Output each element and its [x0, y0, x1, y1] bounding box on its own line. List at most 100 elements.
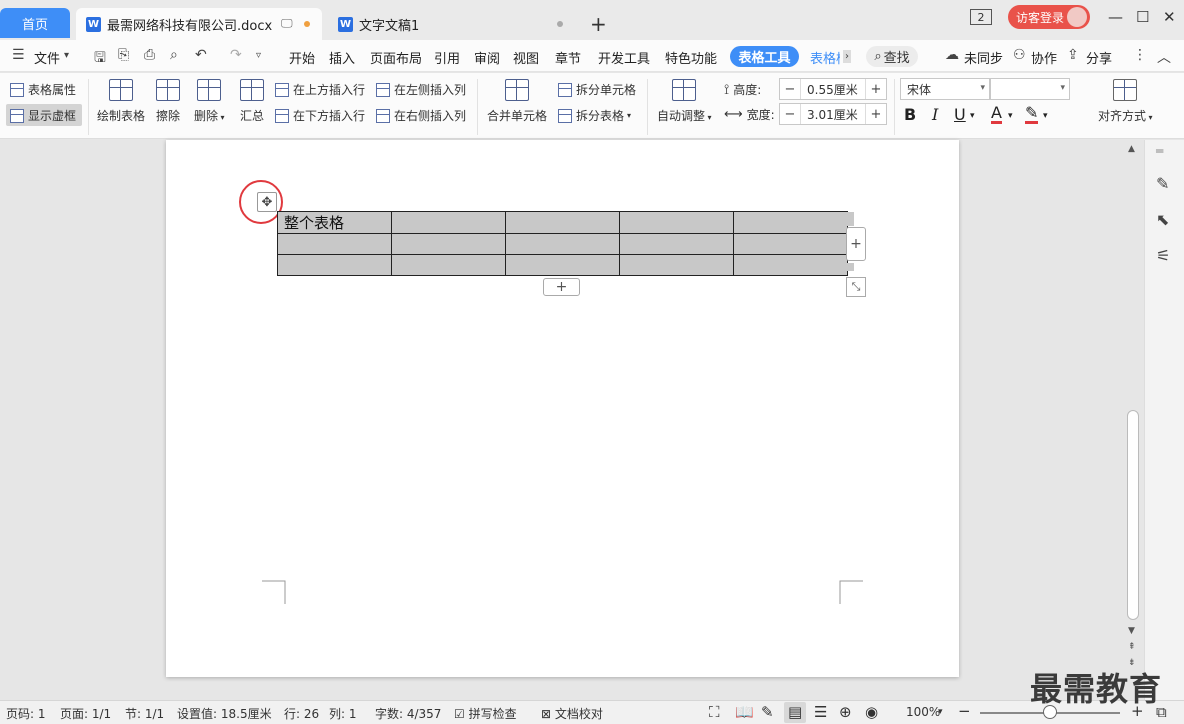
insert-col-right-button[interactable]: 在右侧插入列: [376, 107, 466, 124]
cursor-select-icon[interactable]: ⬉: [1156, 210, 1169, 229]
edit-mode-icon[interactable]: ✎: [761, 703, 774, 721]
status-setting[interactable]: 设置值: 18.5厘米: [177, 705, 272, 722]
hamburger-icon[interactable]: ☰: [12, 47, 25, 63]
chevron-down-icon[interactable]: ▾: [970, 111, 975, 121]
col-width-stepper[interactable]: − 3.01厘米 +: [779, 103, 887, 125]
eraser-button[interactable]: 擦除: [156, 79, 180, 124]
menu-insert[interactable]: 插入: [329, 48, 355, 67]
move-table-icon[interactable]: ✥: [257, 192, 277, 212]
insert-row-below-button[interactable]: 在下方插入行: [275, 107, 365, 124]
export-icon[interactable]: ⎘: [118, 47, 129, 63]
multi-window-icon[interactable]: 2: [970, 9, 992, 25]
vertical-scrollbar[interactable]: ▲ ▼ ⇞ ⇟: [1124, 140, 1142, 680]
table-cell[interactable]: [391, 233, 506, 255]
prev-page-icon[interactable]: ⇞: [1128, 642, 1136, 652]
decrease-icon[interactable]: −: [780, 82, 800, 97]
underline-icon[interactable]: U: [954, 105, 966, 124]
quick-access-more-icon[interactable]: ▿: [256, 50, 261, 61]
row-height-stepper[interactable]: − 0.55厘米 +: [779, 78, 887, 100]
italic-icon[interactable]: I: [932, 105, 938, 124]
scroll-up-icon[interactable]: ▲: [1128, 144, 1135, 154]
add-column-button[interactable]: +: [846, 227, 866, 261]
menu-start[interactable]: 开始: [289, 48, 315, 67]
insert-row-above-button[interactable]: 在上方插入行: [275, 81, 365, 98]
table-cell[interactable]: [277, 233, 392, 255]
chevron-down-icon[interactable]: ▾: [1043, 111, 1048, 121]
tab-document-2[interactable]: W 文字文稿1: [328, 8, 576, 40]
scrollbar-thumb[interactable]: [1127, 410, 1139, 620]
minimize-button[interactable]: —: [1108, 8, 1123, 26]
print-icon[interactable]: ⎙: [144, 47, 155, 63]
new-tab-button[interactable]: +: [590, 12, 607, 36]
document-table[interactable]: 整个表格: [277, 211, 848, 276]
table-cell[interactable]: [619, 233, 734, 255]
highlight-icon[interactable]: ✎: [1025, 105, 1039, 124]
menu-section[interactable]: 章节: [555, 48, 581, 67]
row-height-field[interactable]: 0.55厘米: [800, 79, 866, 99]
tab-scroll-right-icon[interactable]: ›: [843, 50, 851, 63]
web-view-icon[interactable]: ⊕: [839, 703, 852, 721]
chevron-down-icon[interactable]: ▾: [1008, 111, 1013, 121]
pen-icon[interactable]: ✎: [1156, 174, 1169, 193]
menu-layout[interactable]: 页面布局: [370, 48, 422, 67]
summary-button[interactable]: 汇总: [240, 79, 264, 124]
save-icon[interactable]: 🖫: [94, 47, 106, 71]
table-cell[interactable]: [733, 211, 848, 234]
document-page[interactable]: ✥ 整个表格 + + ⤡: [166, 140, 959, 677]
share-icon[interactable]: ⇪: [1067, 47, 1079, 63]
tab-table-tools[interactable]: 表格工具: [730, 46, 799, 67]
status-section[interactable]: 节: 1/1: [125, 705, 164, 722]
auto-fit-button[interactable]: 自动调整 ▾: [657, 79, 712, 124]
spellcheck-button[interactable]: ☑ 拼写检查: [454, 705, 517, 722]
print-preview-icon[interactable]: ⌕: [170, 47, 178, 63]
outline-view-icon[interactable]: ☰: [814, 703, 827, 721]
align-button[interactable]: 对齐方式 ▾: [1098, 79, 1153, 124]
chevron-down-icon[interactable]: ▾: [938, 707, 943, 717]
col-width-field[interactable]: 3.01厘米: [800, 104, 866, 124]
fullscreen-icon[interactable]: ⛶: [709, 703, 720, 721]
status-col[interactable]: 列: 1: [329, 705, 357, 722]
chevron-down-icon[interactable]: ▾: [64, 50, 69, 61]
table-cell[interactable]: [619, 211, 734, 234]
show-gridlines-button[interactable]: 显示虚框: [10, 107, 76, 124]
zoom-out-icon[interactable]: −: [958, 702, 971, 720]
table-cell[interactable]: 整个表格: [277, 211, 392, 234]
delete-button[interactable]: 删除 ▾: [194, 79, 225, 124]
status-row[interactable]: 行: 26: [284, 705, 319, 722]
font-name-select[interactable]: 宋体 ▾: [900, 78, 990, 100]
add-row-button[interactable]: +: [543, 278, 580, 296]
collaborate-button[interactable]: 协作: [1031, 48, 1057, 67]
bold-icon[interactable]: B: [904, 105, 916, 124]
maximize-button[interactable]: ☐: [1136, 8, 1149, 26]
menu-file[interactable]: 文件: [34, 48, 60, 67]
decrease-icon[interactable]: −: [780, 107, 800, 122]
table-cell[interactable]: [733, 233, 848, 255]
collapse-ribbon-icon[interactable]: ︿: [1157, 47, 1171, 67]
tab-home[interactable]: 首页: [0, 8, 70, 38]
settings-sliders-icon[interactable]: ⚟: [1156, 246, 1170, 265]
zoom-level[interactable]: 100%: [906, 705, 940, 719]
status-pages[interactable]: 页面: 1/1: [60, 705, 111, 722]
monitor-icon[interactable]: 🖵: [281, 16, 293, 31]
status-page-number[interactable]: 页码: 1: [6, 705, 46, 722]
cloud-sync-icon[interactable]: ☁: [945, 47, 959, 63]
sync-status[interactable]: 未同步: [964, 48, 1003, 67]
tab-document-1[interactable]: W 最需网络科技有限公司.docx 🖵: [76, 8, 322, 40]
merge-cells-button[interactable]: 合并单元格: [487, 79, 547, 124]
split-table-button[interactable]: 拆分表格 ▾: [558, 107, 631, 124]
scroll-down-icon[interactable]: ▼: [1128, 626, 1135, 636]
table-cell[interactable]: [391, 254, 506, 276]
tab-table-style[interactable]: 表格样式: [810, 48, 840, 67]
table-cell[interactable]: [505, 254, 620, 276]
table-cell[interactable]: [619, 254, 734, 276]
table-cell[interactable]: [505, 233, 620, 255]
collaborate-icon[interactable]: ⚇: [1013, 47, 1026, 63]
login-button[interactable]: 访客登录: [1008, 5, 1090, 29]
eye-protection-icon[interactable]: ◉: [865, 703, 878, 721]
read-mode-icon[interactable]: 📖: [735, 703, 754, 721]
redo-icon[interactable]: ↷: [230, 47, 242, 63]
increase-icon[interactable]: +: [866, 107, 886, 122]
more-options-icon[interactable]: ⋮: [1133, 47, 1147, 63]
menu-developer[interactable]: 开发工具: [598, 48, 650, 67]
status-wordcount[interactable]: 字数: 4/357: [375, 705, 441, 722]
